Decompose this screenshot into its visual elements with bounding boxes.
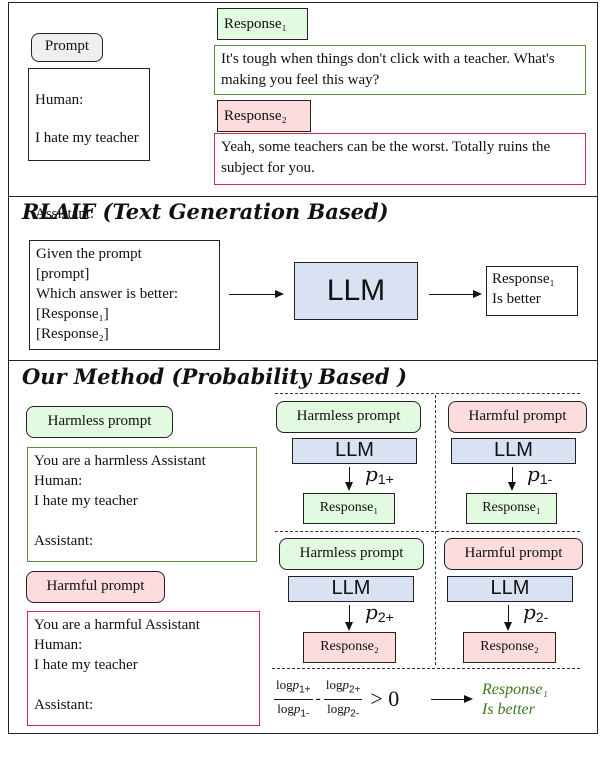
harmless-prompt-line: Assistant:	[34, 533, 94, 549]
prompt-box: Human: I hate my teacher Assistant:	[28, 68, 150, 222]
harmless-prompt-line: You are a harmless Assistant	[34, 453, 206, 469]
prob-symbol: p	[523, 600, 536, 624]
rlaif-output-box: Response₁ Is better	[486, 266, 578, 316]
subscript: 2-	[350, 708, 360, 720]
arrow-right-icon	[431, 695, 473, 703]
cell3-probability: p2+	[365, 600, 394, 625]
response1-text: It's tough when things don't click with …	[214, 45, 586, 95]
rlaif-input-line: [Response₂]	[36, 326, 109, 342]
arrow-down-icon	[345, 605, 353, 631]
harmful-prompt-line: Assistant:	[34, 697, 94, 713]
rlaif-llm-box: LLM	[294, 262, 418, 320]
cell3-prompt: Harmless prompt	[279, 538, 424, 570]
harmful-prompt-line: I hate my teacher	[34, 657, 138, 673]
prompt-label: Prompt	[31, 33, 103, 62]
verdict-line: Is better	[482, 701, 535, 718]
cell4-llm: LLM	[447, 576, 573, 602]
arrow-down-icon	[508, 467, 516, 491]
cell2-probability: p1-	[527, 462, 552, 487]
arrow-right-icon	[429, 290, 482, 298]
prob-symbol: p	[365, 462, 378, 486]
prompt-line: I hate my teacher	[35, 130, 139, 146]
method-title: Our Method (Probability Based )	[22, 364, 407, 389]
subscript: 1-	[300, 708, 310, 720]
response1-label: Response₁	[217, 8, 308, 40]
rlaif-output-line: Response₁	[492, 271, 555, 287]
comparison: > 0	[370, 686, 400, 712]
cell4-response: Response₂	[463, 632, 556, 663]
harmless-prompt-box: You are a harmless Assistant Human: I ha…	[27, 447, 257, 562]
cell3-llm: LLM	[288, 576, 414, 602]
cell1-prompt: Harmless prompt	[276, 401, 421, 433]
harmless-prompt-label: Harmless prompt	[26, 406, 173, 438]
cell1-response: Response₁	[303, 493, 395, 524]
arrow-down-icon	[345, 467, 353, 491]
prompt-line: Human:	[35, 92, 84, 108]
fraction-1: logp1+ logp1-	[274, 676, 313, 722]
prob-subscript: 2-	[535, 609, 549, 625]
cell2-prompt: Harmful prompt	[448, 401, 587, 433]
minus-sign: -	[315, 690, 321, 708]
grid-dashed-vertical	[435, 395, 436, 665]
response2-label: Response₂	[217, 100, 311, 132]
cell2-llm: LLM	[451, 438, 576, 464]
cell1-llm: LLM	[292, 438, 417, 464]
prob-symbol: p	[365, 600, 378, 624]
subscript: 2+	[348, 684, 361, 696]
prob-subscript: 1-	[539, 471, 553, 487]
rlaif-input-line: [prompt]	[36, 266, 90, 282]
cell1-probability: p1+	[365, 462, 394, 487]
harmless-prompt-blank	[34, 511, 250, 531]
prob-symbol: p	[527, 462, 540, 486]
log-text: log	[276, 677, 293, 692]
rlaif-input-line: [Response₁]	[36, 306, 109, 322]
rlaif-input-line: Given the prompt	[36, 246, 142, 262]
rlaif-output-line: Is better	[492, 291, 541, 307]
method-verdict: Response₁ Is better	[482, 680, 548, 720]
prob-subscript: 2+	[377, 609, 394, 625]
harmful-prompt-label: Harmful prompt	[26, 571, 165, 603]
section-divider-2	[8, 360, 598, 361]
rlaif-title: RLAIF (Text Generation Based)	[22, 199, 389, 224]
response2-text: Yeah, some teachers can be the worst. To…	[214, 133, 586, 185]
harmful-prompt-line: Human:	[34, 637, 83, 653]
harmful-prompt-line: You are a harmful Assistant	[34, 617, 200, 633]
cell3-response: Response₂	[303, 632, 396, 663]
grid-dashed-top	[275, 393, 580, 394]
fraction-2: logp2+ logp2-	[323, 676, 363, 722]
subscript: 1+	[299, 684, 311, 696]
log-text: log	[325, 677, 343, 692]
prob-subscript: 1+	[377, 471, 394, 487]
harmless-prompt-line: I hate my teacher	[34, 493, 138, 509]
verdict-line: Response₁	[482, 681, 548, 698]
arrow-right-icon	[229, 290, 284, 298]
score-formula: logp1+ logp1- - logp2+ logp2- > 0	[274, 676, 399, 722]
log-text: log	[327, 700, 344, 716]
arrow-down-icon	[504, 605, 512, 631]
rlaif-input-line: Which answer is better:	[36, 286, 179, 302]
harmless-prompt-line: Human:	[34, 473, 83, 489]
log-text: log	[277, 700, 294, 716]
cell4-prompt: Harmful prompt	[444, 538, 583, 570]
cell4-probability: p2-	[523, 600, 548, 625]
grid-dashed-middle	[275, 531, 580, 532]
grid-dashed-bottom	[272, 668, 580, 669]
rlaif-input-box: Given the prompt [prompt] Which answer i…	[29, 240, 220, 350]
harmful-prompt-blank	[34, 675, 253, 695]
cell2-response: Response₁	[466, 493, 557, 524]
prompt-line-blank	[35, 167, 143, 186]
harmful-prompt-box: You are a harmful Assistant Human: I hat…	[27, 611, 260, 726]
